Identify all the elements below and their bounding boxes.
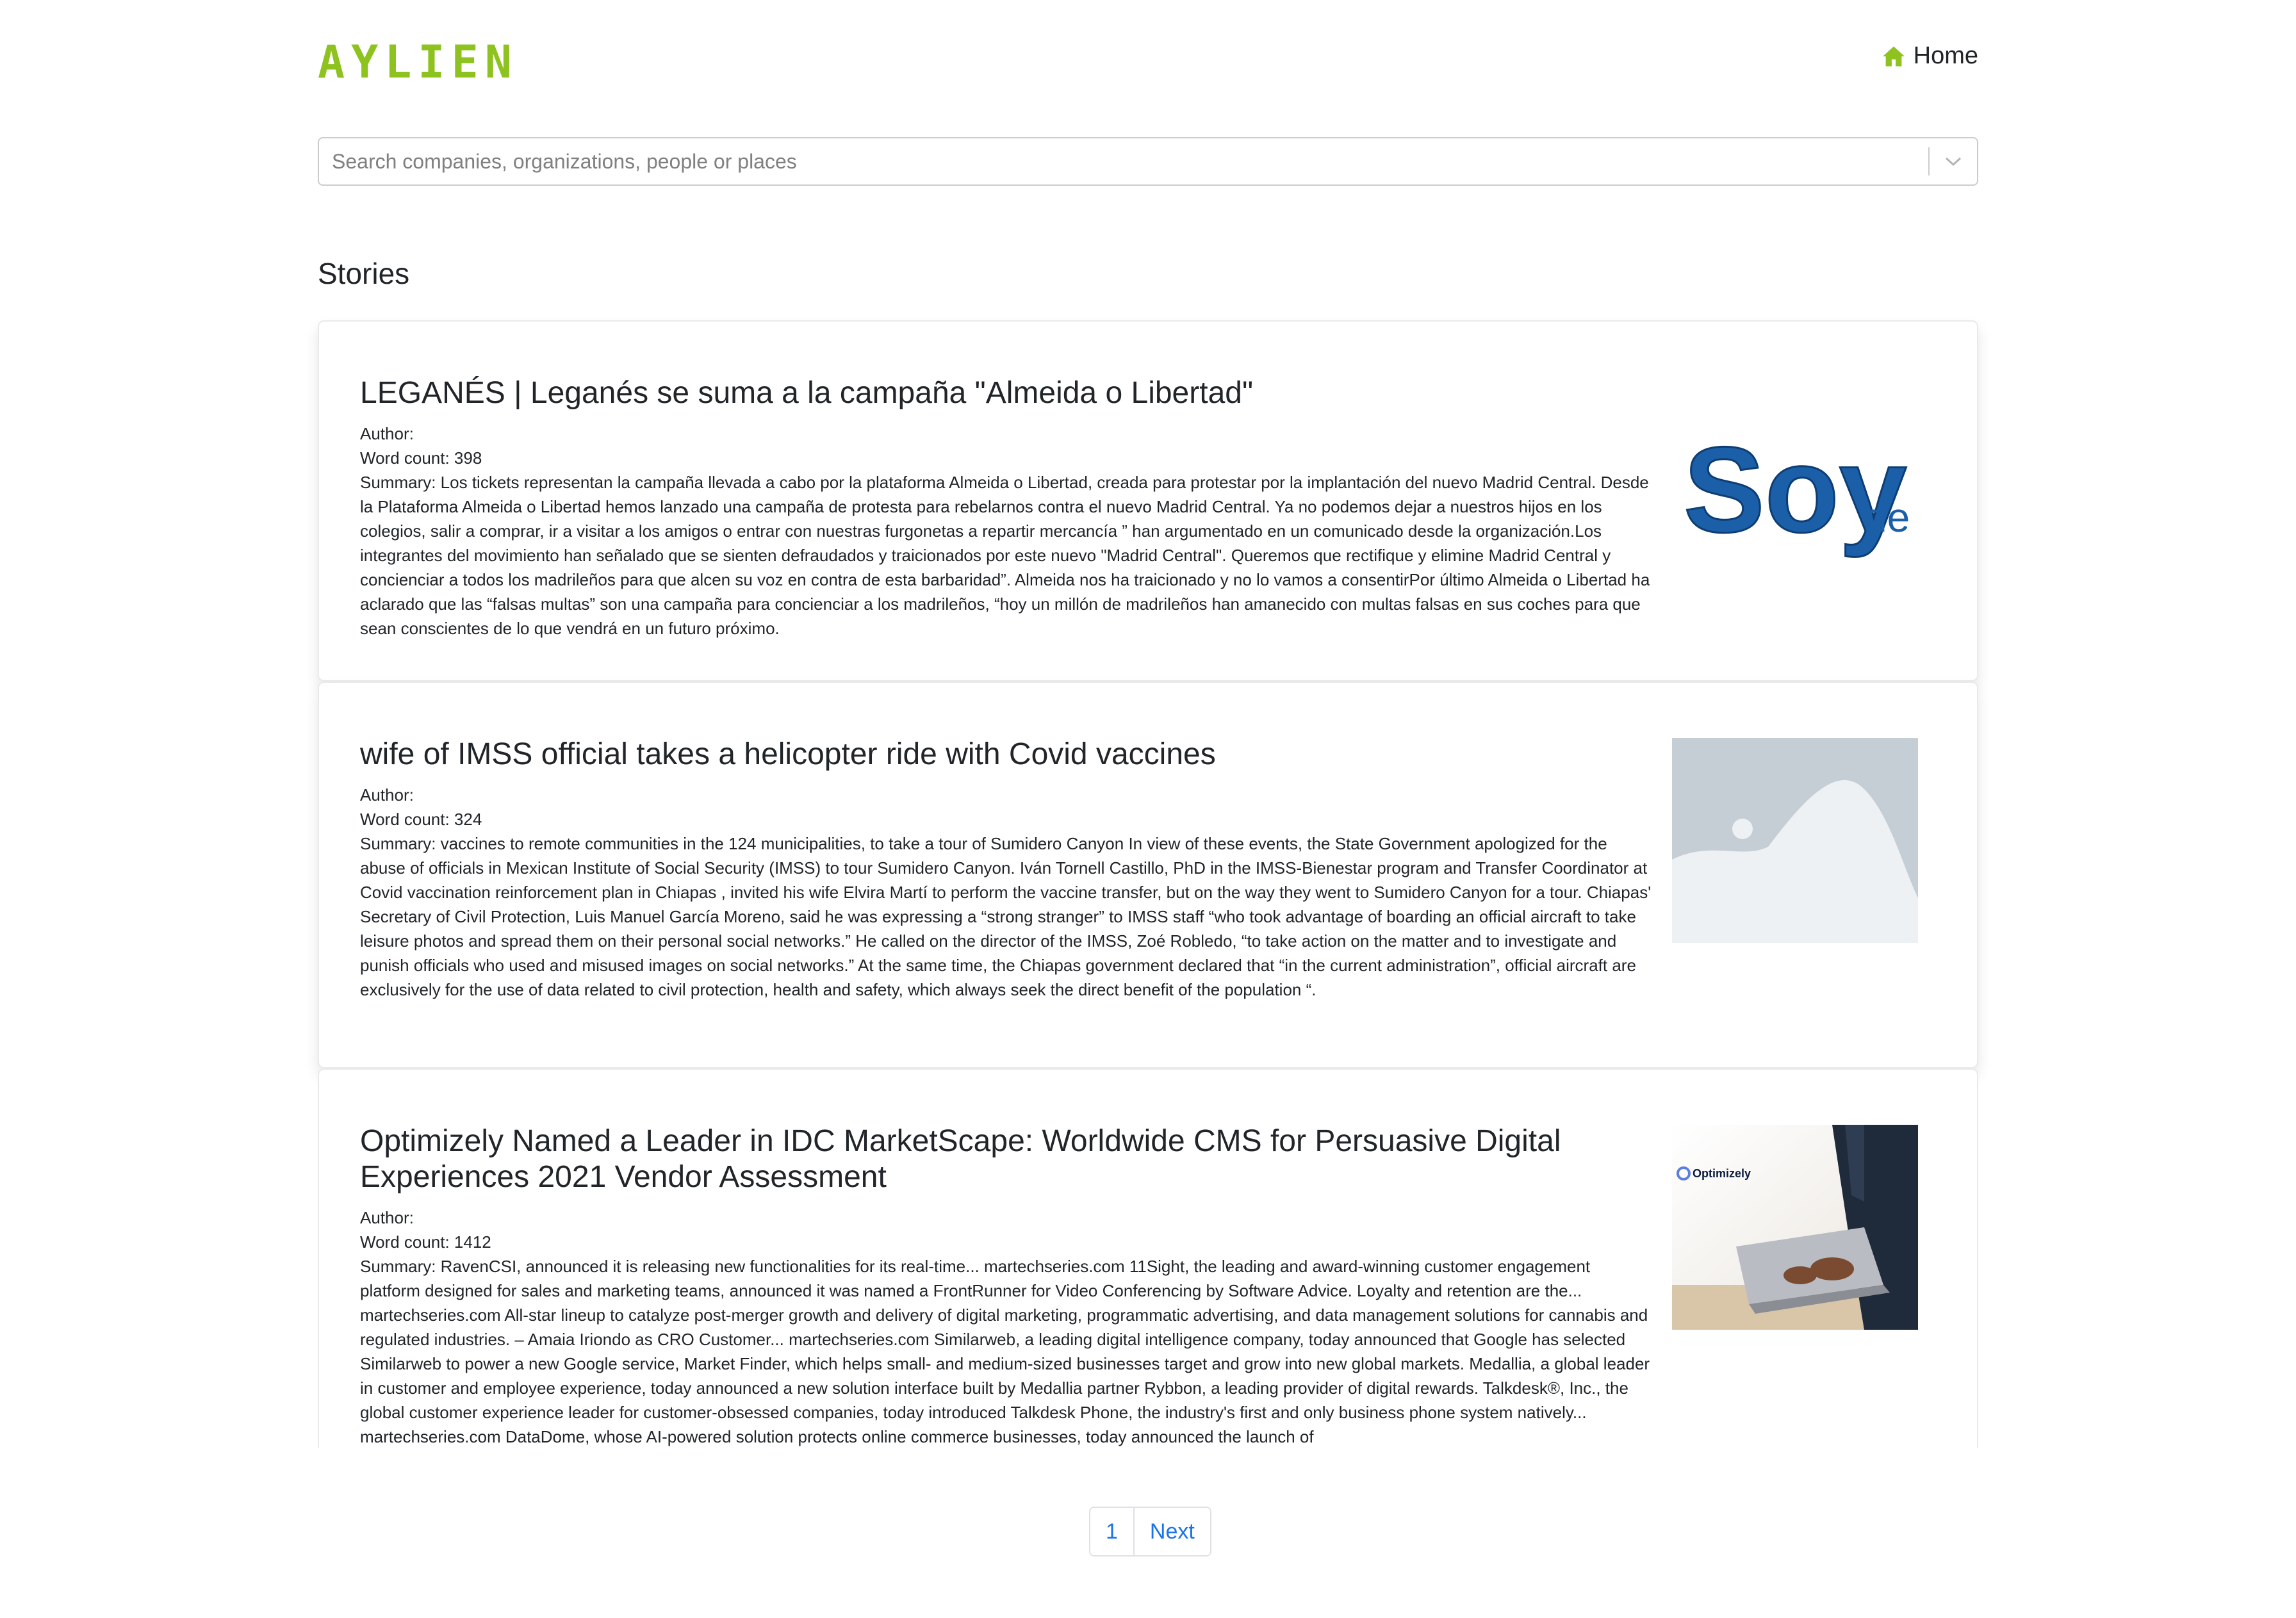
pagination: 1 Next [1089,1507,1211,1557]
aylien-logo[interactable]: AYLIEN [318,40,518,85]
story-summary: Summary: Los tickets representan la camp… [360,473,1650,638]
story-word-count: Word count: 1412 [360,1232,491,1252]
story-image: Soy de [1672,384,1918,589]
story-card: LEGANÉS | Leganés se suma a la campaña "… [318,320,1978,682]
search-input[interactable] [319,138,1928,184]
story-image [1672,738,1918,943]
page-1-link[interactable]: 1 [1090,1508,1133,1555]
next-page-link[interactable]: Next [1133,1508,1210,1555]
soyde-logo-image: Soy de [1683,421,1910,559]
stories-heading: Stories [318,257,410,290]
story-summary: Summary: vaccines to remote communities … [360,834,1652,999]
story-summary: Summary: RavenCSI, announced it is relea… [360,1257,1650,1446]
story-card: Optimizely Named a Leader in IDC MarketS… [318,1068,1978,1448]
story-title[interactable]: wife of IMSS official takes a helicopter… [360,737,1652,772]
story-card: wife of IMSS official takes a helicopter… [318,682,1978,1068]
dropdown-toggle[interactable] [1930,138,1977,184]
story-title[interactable]: LEGANÉS | Leganés se suma a la campaña "… [360,375,1652,411]
story-image: Optimizely [1672,1125,1918,1330]
image-placeholder-icon [1672,738,1918,943]
story-author: Author: [360,1208,414,1227]
home-link[interactable]: Home [1882,42,1978,70]
optimizely-brand-text: Optimizely [1693,1167,1751,1180]
story-word-count: Word count: 324 [360,810,482,829]
story-word-count: Word count: 398 [360,448,482,468]
story-author: Author: [360,424,414,443]
home-icon [1882,46,1905,66]
story-author: Author: [360,785,414,805]
laptop-photo-image: Optimizely [1672,1125,1918,1330]
entity-search-select[interactable] [318,137,1978,186]
story-title[interactable]: Optimizely Named a Leader in IDC MarketS… [360,1124,1652,1195]
home-label: Home [1913,42,1978,69]
chevron-down-icon [1945,157,1962,167]
page: AYLIEN Home Stories LEGANÉS | Leganés se… [0,0,2296,1618]
logo-small-text: de [1864,494,1910,541]
